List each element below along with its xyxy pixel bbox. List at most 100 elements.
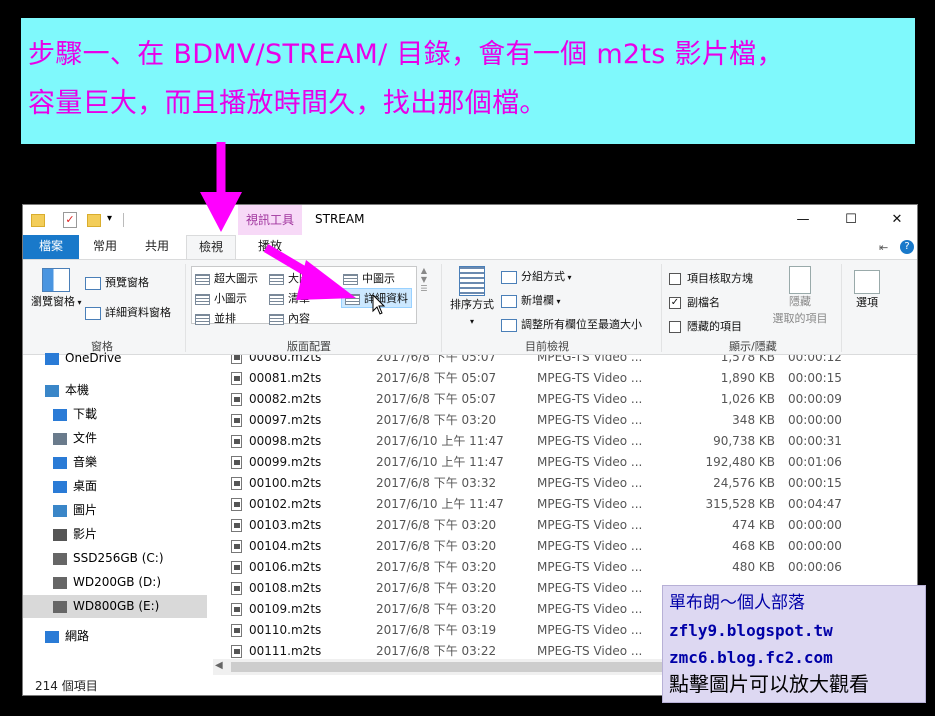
file-extensions-label: 副檔名 <box>687 296 720 309</box>
file-size: 1,890 KB <box>720 371 775 385</box>
hidden-items-toggle[interactable]: 隱藏的項目 <box>669 318 742 334</box>
file-duration: 00:00:15 <box>788 371 842 385</box>
nav-item[interactable]: 文件 <box>23 427 207 450</box>
sort-by-button[interactable]: 排序方式 ▾ <box>447 266 497 327</box>
nav-item[interactable]: 圖片 <box>23 499 207 522</box>
layout-label: 中圖示 <box>362 272 395 285</box>
layout-content[interactable]: 內容 <box>269 310 310 326</box>
mouse-cursor-icon <box>372 294 386 315</box>
group-by-icon <box>501 270 517 284</box>
table-row[interactable]: 00080.m2ts 2017/6/8 下午 05:07 MPEG-TS Video… <box>213 355 917 368</box>
properties-quick-access-icon[interactable]: ✓ <box>63 212 77 228</box>
hide-selected-button[interactable]: 隱藏 選取的項目 <box>767 266 833 326</box>
file-duration: 00:00:12 <box>788 355 842 364</box>
table-row[interactable]: 00099.m2ts 2017/6/10 上午 11:47 MPEG-TS Vide… <box>213 452 917 473</box>
nav-item[interactable]: SSD256GB (C:) <box>23 547 207 570</box>
nav-item[interactable]: OneDrive <box>23 347 207 370</box>
nav-item[interactable]: 桌面 <box>23 475 207 498</box>
file-duration: 00:00:00 <box>788 413 842 427</box>
file-size: 348 KB <box>732 413 775 427</box>
layout-medium-icons[interactable]: 中圖示 <box>343 270 395 286</box>
tab-home[interactable]: 常用 <box>83 235 127 259</box>
close-button[interactable]: ✕ <box>883 209 911 231</box>
video-file-icon <box>231 477 242 490</box>
music-icon <box>53 456 67 469</box>
table-row[interactable]: 00102.m2ts 2017/6/10 上午 11:47 MPEG-TS Vide… <box>213 494 917 515</box>
maximize-button[interactable]: ☐ <box>837 209 865 231</box>
layout-list[interactable]: 清單 <box>269 290 310 306</box>
nav-item-label: SSD256GB (C:) <box>73 551 164 565</box>
layout-label: 清單 <box>288 292 310 305</box>
file-type: MPEG-TS Video ... <box>537 455 643 469</box>
medium-icons-icon <box>343 273 358 285</box>
instruction-banner: 步驟一、在 BDMV/STREAM/ 目錄，會有一個 m2ts 影片檔， 容量巨… <box>21 18 915 144</box>
drive-icon <box>53 600 67 613</box>
nav-item[interactable]: 影片 <box>23 523 207 546</box>
nav-item-label: 下載 <box>73 407 98 421</box>
table-row[interactable]: 00106.m2ts 2017/6/8 下午 03:20 MPEG-TS Video… <box>213 557 917 578</box>
table-row[interactable]: 00104.m2ts 2017/6/8 下午 03:20 MPEG-TS Video… <box>213 536 917 557</box>
sort-by-label: 排序方式 <box>450 298 494 311</box>
item-checkboxes-toggle[interactable]: 項目核取方塊 <box>669 270 753 286</box>
file-date: 2017/6/8 下午 05:07 <box>376 355 497 364</box>
add-columns-button[interactable]: 新增欄 ▾ <box>501 292 561 308</box>
tab-share[interactable]: 共用 <box>135 235 179 259</box>
file-type: MPEG-TS Video ... <box>537 644 643 658</box>
quick-access-dropdown-icon[interactable]: ▾ <box>107 213 112 230</box>
file-extensions-toggle[interactable]: ✓ 副檔名 <box>669 294 720 310</box>
nav-item[interactable]: 音樂 <box>23 451 207 474</box>
new-folder-quick-access-icon[interactable] <box>87 214 101 227</box>
video-file-icon <box>231 624 242 637</box>
table-row[interactable]: 00097.m2ts 2017/6/8 下午 03:20 MPEG-TS Video… <box>213 410 917 431</box>
file-name: 00081.m2ts <box>249 371 322 385</box>
hidden-items-label: 隱藏的項目 <box>687 320 742 333</box>
table-row[interactable]: 00082.m2ts 2017/6/8 下午 05:07 MPEG-TS Video… <box>213 389 917 410</box>
navigation-pane-button[interactable]: 瀏覽窗格 ▾ <box>31 268 82 312</box>
nav-item[interactable]: 下載 <box>23 403 207 426</box>
scroll-left-icon[interactable]: ◀ <box>215 660 223 671</box>
file-name: 00108.m2ts <box>249 581 322 595</box>
details-pane-button[interactable]: 詳細資料窗格 <box>85 304 171 320</box>
nav-item[interactable]: WD200GB (D:) <box>23 571 207 594</box>
layout-gallery-scroll[interactable]: ▲ ▼ ☰ <box>416 266 431 324</box>
details-pane-label: 詳細資料窗格 <box>105 306 171 319</box>
preview-pane-label: 預覽窗格 <box>105 276 149 289</box>
nav-item-label: 音樂 <box>73 455 98 469</box>
details-icon <box>345 293 360 305</box>
help-icon[interactable]: ? <box>900 240 914 254</box>
video-file-icon <box>231 355 242 364</box>
table-row[interactable]: 00100.m2ts 2017/6/8 下午 03:32 MPEG-TS Video… <box>213 473 917 494</box>
tab-play[interactable]: 播放 <box>245 235 295 259</box>
nav-item[interactable]: 網路 <box>23 625 207 648</box>
nav-item[interactable]: 本機 <box>23 379 207 402</box>
video-file-icon <box>231 435 242 448</box>
file-duration: 00:00:09 <box>788 392 842 406</box>
layout-label: 詳細資料 <box>364 292 408 305</box>
drive-icon <box>53 552 67 565</box>
preview-pane-icon <box>85 276 101 290</box>
ribbon-collapse-icon[interactable]: ⇤ <box>879 241 888 254</box>
tab-file[interactable]: 檔案 <box>23 235 79 259</box>
file-date: 2017/6/8 下午 03:20 <box>376 560 497 574</box>
size-all-columns-button[interactable]: 調整所有欄位至最適大小 <box>501 316 642 332</box>
table-row[interactable]: 00098.m2ts 2017/6/10 上午 11:47 MPEG-TS Vide… <box>213 431 917 452</box>
layout-large-icons[interactable]: 大圖示 <box>269 270 321 286</box>
options-button[interactable]: 選項 <box>849 270 885 312</box>
picture-icon <box>53 504 67 517</box>
layout-tiles[interactable]: 並排 <box>195 310 236 326</box>
file-type: MPEG-TS Video ... <box>537 539 643 553</box>
layout-small-icons[interactable]: 小圖示 <box>195 290 247 306</box>
minimize-button[interactable]: — <box>789 209 817 231</box>
video-file-icon <box>231 414 242 427</box>
file-name: 00109.m2ts <box>249 602 322 616</box>
file-type: MPEG-TS Video ... <box>537 413 643 427</box>
nav-item[interactable]: WD800GB (E:) <box>23 595 207 618</box>
file-date: 2017/6/8 下午 03:20 <box>376 539 497 553</box>
layout-extra-large-icons[interactable]: 超大圖示 <box>195 270 258 286</box>
table-row[interactable]: 00081.m2ts 2017/6/8 下午 05:07 MPEG-TS Video… <box>213 368 917 389</box>
table-row[interactable]: 00103.m2ts 2017/6/8 下午 03:20 MPEG-TS Video… <box>213 515 917 536</box>
group-by-button[interactable]: 分組方式 ▾ <box>501 268 572 284</box>
preview-pane-button[interactable]: 預覽窗格 <box>85 274 149 290</box>
tab-view[interactable]: 檢視 <box>186 235 236 260</box>
video-tools-context-label: 視訊工具 <box>238 205 302 235</box>
